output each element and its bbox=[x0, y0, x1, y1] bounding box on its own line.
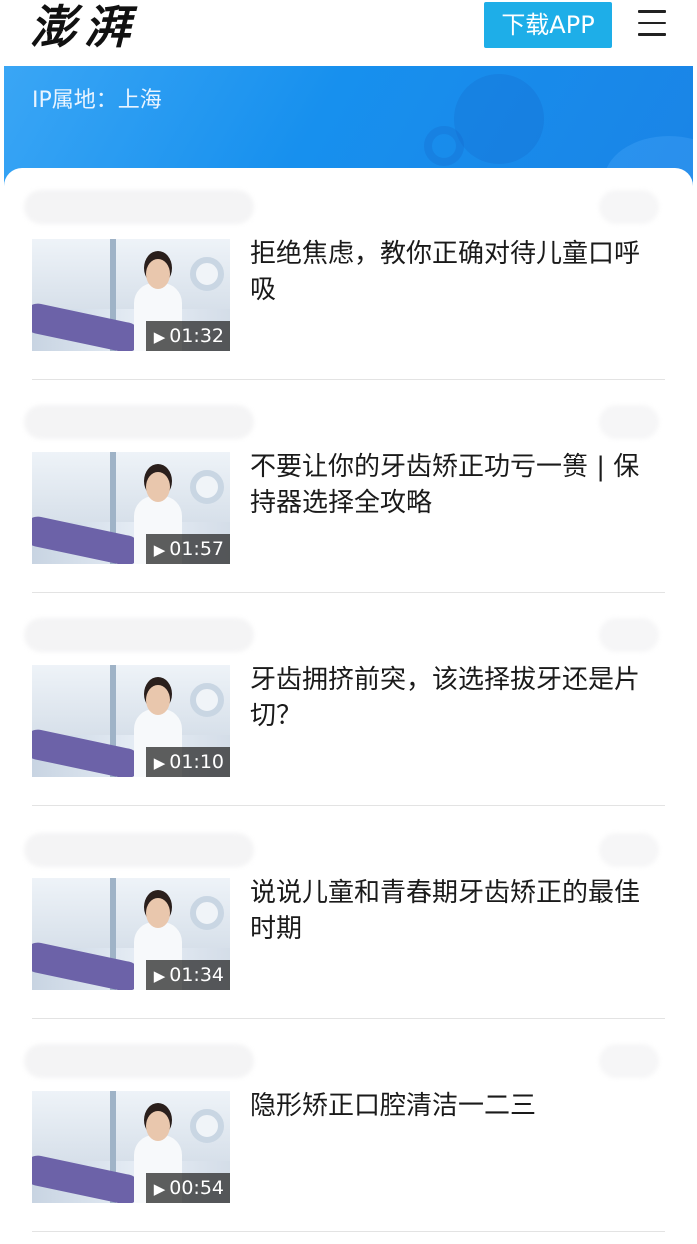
banner-decoration bbox=[424, 126, 464, 166]
video-title[interactable]: 拒绝焦虑，教你正确对待儿童口呼吸 bbox=[250, 236, 664, 308]
author-meta-blurred bbox=[24, 190, 254, 224]
meta-badge-blurred bbox=[599, 618, 659, 652]
video-thumbnail[interactable]: ▶ 01:34 bbox=[32, 878, 230, 990]
author-meta-blurred bbox=[24, 833, 254, 867]
author-meta-blurred bbox=[24, 1044, 254, 1078]
video-title[interactable]: 说说儿童和青春期牙齿矫正的最佳时期 bbox=[250, 875, 664, 947]
ip-location-label: IP属地：上海 bbox=[32, 88, 162, 113]
play-icon: ▶ bbox=[153, 328, 166, 346]
hamburger-menu-icon[interactable] bbox=[638, 10, 666, 40]
play-icon: ▶ bbox=[153, 754, 166, 772]
play-icon: ▶ bbox=[153, 541, 166, 559]
banner-decoration bbox=[454, 74, 544, 164]
video-thumbnail[interactable]: ▶ 01:10 bbox=[32, 665, 230, 777]
video-duration-badge: ▶ 00:54 bbox=[145, 1173, 230, 1203]
meta-badge-blurred bbox=[599, 1044, 659, 1078]
meta-badge-blurred bbox=[599, 833, 659, 867]
download-app-button[interactable]: 下载APP bbox=[484, 2, 612, 48]
video-list-item[interactable]: ▶ 01:32 拒绝焦虑，教你正确对待儿童口呼吸 bbox=[24, 168, 665, 380]
video-list: ▶ 01:32 拒绝焦虑，教你正确对待儿童口呼吸 ▶ 01:57 不要让你的牙齿矫正… bbox=[4, 168, 693, 1244]
video-thumbnail[interactable]: ▶ 01:32 bbox=[32, 239, 230, 351]
video-list-item[interactable]: ▶ 00:54 隐形矫正口腔清洁一二三 bbox=[24, 1020, 665, 1232]
top-bar: 澎湃 下载APP bbox=[0, 0, 697, 64]
meta-badge-blurred bbox=[599, 405, 659, 439]
play-icon: ▶ bbox=[153, 967, 166, 985]
video-list-item[interactable]: ▶ 01:34 说说儿童和青春期牙齿矫正的最佳时期 bbox=[24, 807, 665, 1019]
video-thumbnail[interactable]: ▶ 01:57 bbox=[32, 452, 230, 564]
video-duration-badge: ▶ 01:57 bbox=[145, 534, 230, 564]
author-meta-blurred bbox=[24, 405, 254, 439]
video-title[interactable]: 不要让你的牙齿矫正功亏一篑 | 保持器选择全攻略 bbox=[250, 449, 664, 521]
video-list-item[interactable]: ▶ 01:57 不要让你的牙齿矫正功亏一篑 | 保持器选择全攻略 bbox=[24, 381, 665, 593]
meta-badge-blurred bbox=[599, 190, 659, 224]
video-duration-badge: ▶ 01:10 bbox=[145, 747, 230, 777]
video-duration-badge: ▶ 01:34 bbox=[145, 960, 230, 990]
video-title[interactable]: 隐形矫正口腔清洁一二三 bbox=[250, 1088, 664, 1124]
author-meta-blurred bbox=[24, 618, 254, 652]
video-list-item[interactable]: ▶ 01:10 牙齿拥挤前突，该选择拔牙还是片切？ bbox=[24, 594, 665, 806]
video-title[interactable]: 牙齿拥挤前突，该选择拔牙还是片切？ bbox=[250, 662, 664, 734]
play-icon: ▶ bbox=[153, 1180, 166, 1198]
video-duration-badge: ▶ 01:32 bbox=[145, 321, 230, 351]
site-logo[interactable]: 澎湃 bbox=[30, 2, 138, 52]
video-thumbnail[interactable]: ▶ 00:54 bbox=[32, 1091, 230, 1203]
